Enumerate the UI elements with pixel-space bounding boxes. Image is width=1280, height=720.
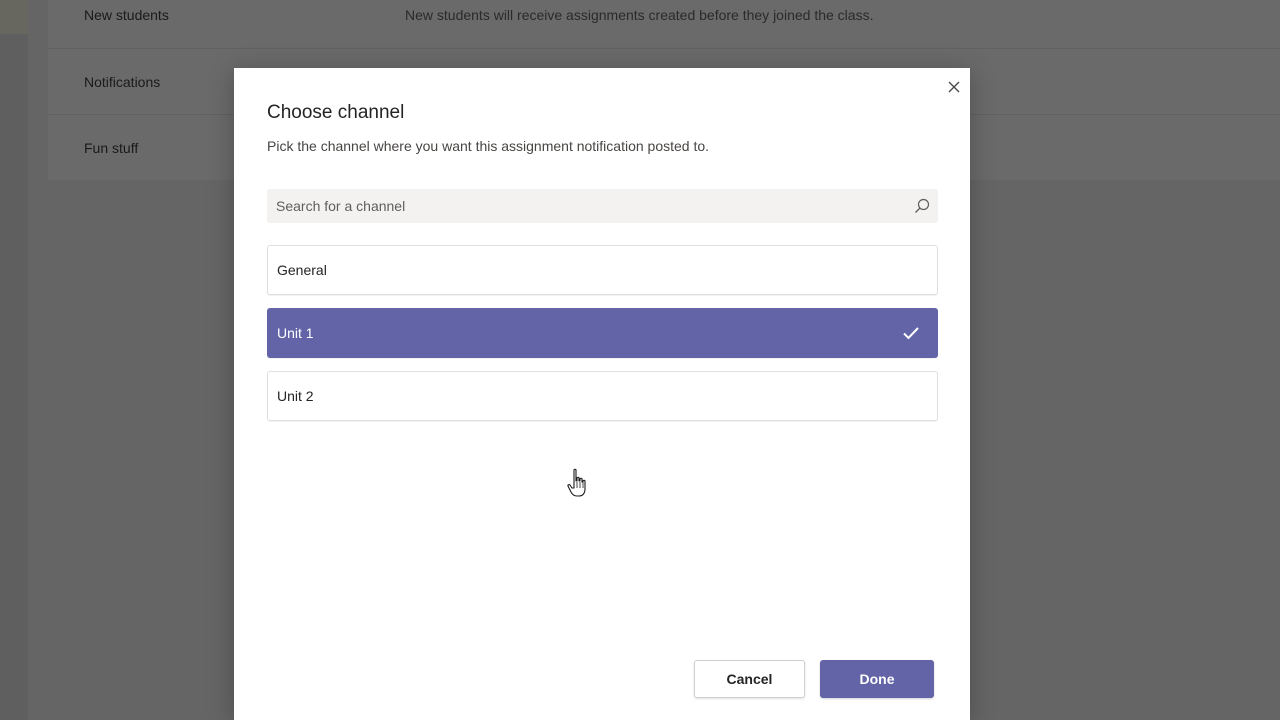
dialog-title: Choose channel bbox=[267, 102, 405, 123]
channel-option-unit-1[interactable]: Unit 1 bbox=[267, 308, 938, 358]
channel-option-label: General bbox=[277, 262, 327, 278]
channel-option-unit-2[interactable]: Unit 2 bbox=[267, 371, 938, 421]
setting-label-new-students: New students bbox=[84, 7, 169, 23]
setting-description-new-students: New students will receive assignments cr… bbox=[405, 7, 874, 23]
close-icon bbox=[948, 81, 960, 93]
channel-option-label: Unit 2 bbox=[277, 388, 314, 404]
left-rail bbox=[0, 0, 28, 720]
search-icon[interactable] bbox=[914, 198, 930, 214]
checkmark-icon bbox=[903, 327, 919, 340]
cancel-button[interactable]: Cancel bbox=[694, 660, 805, 698]
dialog-subtitle: Pick the channel where you want this ass… bbox=[267, 138, 710, 154]
close-button[interactable] bbox=[943, 76, 965, 98]
left-rail-selected-item bbox=[0, 0, 28, 34]
setting-label-notifications: Notifications bbox=[84, 74, 161, 90]
channel-search-box bbox=[267, 189, 938, 223]
channel-option-label: Unit 1 bbox=[277, 325, 314, 341]
setting-label-fun-stuff: Fun stuff bbox=[84, 140, 139, 156]
settings-divider bbox=[48, 48, 1280, 49]
channel-search-input[interactable] bbox=[267, 189, 896, 223]
choose-channel-dialog: Choose channel Pick the channel where yo… bbox=[234, 68, 970, 720]
channel-option-general[interactable]: General bbox=[267, 245, 938, 295]
done-button[interactable]: Done bbox=[820, 660, 934, 698]
hand-pointer-cursor-icon bbox=[567, 468, 586, 497]
